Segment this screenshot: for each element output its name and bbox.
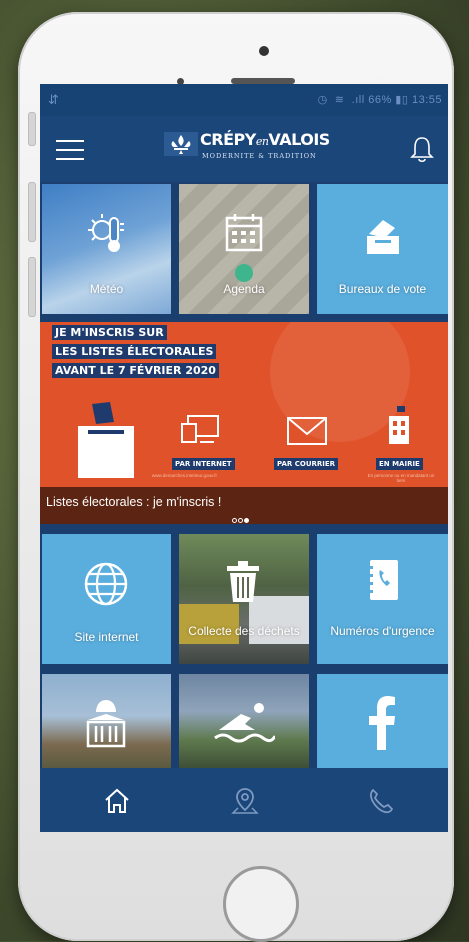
ballot-box-icon	[78, 402, 134, 478]
town-hall-icon	[86, 700, 126, 748]
town-hall-icon	[389, 406, 409, 444]
tile-urgence-label: Numéros d'urgence	[330, 624, 435, 638]
volume-up-button	[28, 182, 36, 242]
signal-arrows-icon: ⇵	[48, 92, 59, 107]
fleur-de-lis-icon	[164, 132, 198, 156]
logo-tagline: MODERNITE & TRADITION	[202, 152, 317, 160]
globe-icon	[84, 562, 128, 606]
home-hardware-button[interactable]	[223, 866, 299, 942]
wifi-icon: ≋	[334, 94, 345, 106]
logo-wordmark: CRÉPYenVALOIS	[200, 130, 330, 149]
banner-line-3: AVANT LE 7 FÉVRIER 2020	[52, 363, 219, 378]
tile-meteo-label: Météo	[89, 282, 124, 296]
envelope-icon	[287, 417, 327, 445]
bell-icon[interactable]	[408, 134, 436, 164]
tile-bureaux-de-vote[interactable]: Bureaux de vote	[317, 184, 448, 314]
tile-agenda[interactable]: Agenda	[179, 184, 309, 314]
computer-icon	[181, 415, 219, 443]
tile-collecte-label: Collecte des déchets	[188, 624, 300, 638]
signal-bars-icon: .ıll	[351, 94, 365, 106]
hamburger-icon[interactable]	[56, 140, 84, 160]
home-icon[interactable]	[102, 786, 132, 816]
tile-bureaux-label: Bureaux de vote	[338, 282, 427, 296]
front-camera	[259, 46, 269, 56]
app-screen: ⇵ ◷ ≋ .ıll 66% ▮▯ 13:55 CRÉPYenVALOIS MO…	[40, 84, 448, 832]
tile-mairie[interactable]	[42, 674, 171, 768]
banner-caption: Listes électorales : je m'inscris !	[46, 495, 222, 509]
carousel-banner[interactable]: JE M'INSCRIS SUR LES LISTES ÉLECTORALES …	[40, 322, 448, 524]
banner-line-1: JE M'INSCRIS SUR	[52, 325, 167, 340]
status-right: ◷ ≋ .ıll 66% ▮▯ 13:55	[318, 93, 442, 106]
banner-line-2: LES LISTES ÉLECTORALES	[52, 344, 217, 359]
status-bar: ⇵ ◷ ≋ .ıll 66% ▮▯ 13:55	[40, 84, 448, 116]
tile-collecte-dechets[interactable]: Collecte des déchets	[179, 534, 309, 664]
tile-numeros-urgence[interactable]: Numéros d'urgence	[317, 534, 448, 664]
map-pin-icon[interactable]	[230, 786, 260, 816]
option-courrier: PAR COURRIER	[274, 458, 339, 470]
carousel-dot-active[interactable]	[244, 518, 249, 523]
option-internet: PAR INTERNET	[172, 458, 235, 470]
swimmer-icon	[214, 703, 275, 743]
trash-icon	[227, 561, 259, 602]
banner-mairie-note: En personne ou en mandatant un tiers	[367, 473, 435, 483]
tile-facebook[interactable]	[317, 674, 448, 768]
phone-book-icon	[367, 560, 398, 600]
alarm-icon: ◷	[317, 94, 328, 106]
city-logo: CRÉPYenVALOIS MODERNITE & TRADITION	[164, 130, 334, 170]
tile-site-internet[interactable]: Site internet	[42, 534, 171, 664]
battery-icon: ▮▯	[395, 94, 409, 106]
facebook-icon	[369, 696, 395, 750]
carousel-dot[interactable]	[232, 518, 237, 523]
ballot-box-icon	[367, 220, 399, 254]
battery-percent: 66%	[368, 94, 392, 106]
carousel-dot[interactable]	[238, 518, 243, 523]
mute-switch	[28, 112, 36, 146]
tile-piscine[interactable]	[179, 674, 309, 768]
carousel-indicator[interactable]	[232, 510, 250, 524]
calendar-icon	[225, 214, 263, 252]
option-mairie: EN MAIRIE	[376, 458, 423, 470]
clock: 13:55	[411, 94, 442, 106]
banner-url: www.demarches.interieur.gouv.fr	[152, 473, 217, 478]
thermometer-sun-icon	[88, 214, 124, 252]
phone-icon[interactable]	[366, 786, 396, 816]
app-header: CRÉPYenVALOIS MODERNITE & TRADITION	[40, 116, 448, 182]
tile-site-label: Site internet	[74, 630, 139, 644]
pin-decoration	[235, 264, 253, 282]
tile-meteo[interactable]: Météo	[42, 184, 171, 314]
volume-down-button	[28, 257, 36, 317]
bottom-tab-bar	[40, 768, 448, 832]
tile-agenda-label: Agenda	[223, 282, 265, 296]
